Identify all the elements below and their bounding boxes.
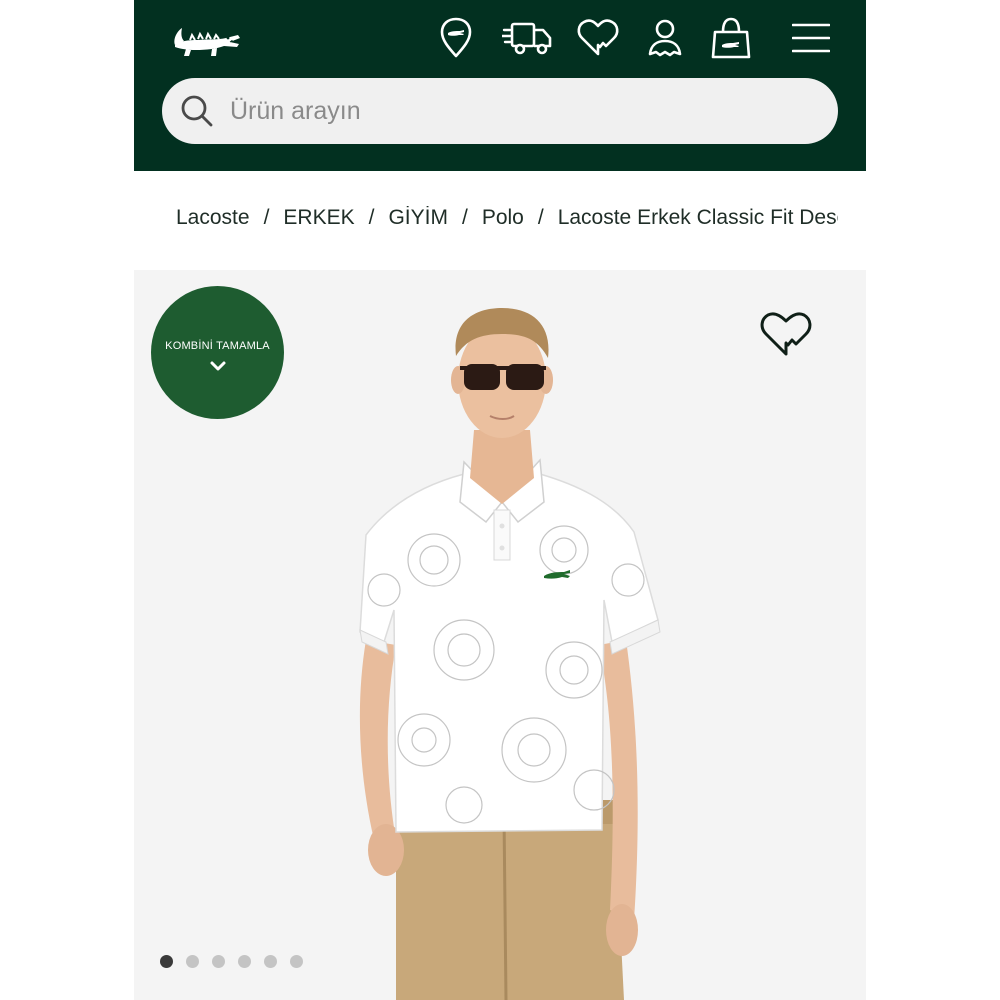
site-header bbox=[134, 0, 866, 171]
search-bar[interactable] bbox=[162, 78, 838, 144]
wishlist-heart-icon[interactable] bbox=[576, 16, 620, 60]
heart-outline-icon[interactable] bbox=[758, 310, 814, 360]
breadcrumb-separator: / bbox=[537, 206, 544, 229]
search-input[interactable] bbox=[228, 90, 792, 132]
breadcrumb-separator: / bbox=[461, 206, 468, 229]
shopping-bag-icon[interactable] bbox=[710, 16, 752, 60]
breadcrumb-item-erkek[interactable]: ERKEK bbox=[283, 206, 354, 229]
product-image-gallery[interactable]: KOMBİNİ TAMAMLA bbox=[134, 270, 866, 1000]
breadcrumb-separator: / bbox=[368, 206, 375, 229]
breadcrumb-item-polo[interactable]: Polo bbox=[482, 206, 524, 229]
carousel-dot-2[interactable] bbox=[186, 955, 199, 968]
carousel-dot-5[interactable] bbox=[264, 955, 277, 968]
store-locator-icon[interactable] bbox=[438, 16, 474, 60]
breadcrumb-item-giyim[interactable]: GİYİM bbox=[388, 206, 448, 229]
complete-the-look-label: KOMBİNİ TAMAMLA bbox=[165, 339, 270, 352]
carousel-pagination bbox=[160, 955, 303, 968]
breadcrumb-item-current-product: Lacoste Erkek Classic Fit Desenli Polo bbox=[557, 206, 838, 229]
carousel-dot-3[interactable] bbox=[212, 955, 225, 968]
complete-the-look-button[interactable]: KOMBİNİ TAMAMLA bbox=[151, 286, 284, 419]
breadcrumb: Lacoste / ERKEK / GİYİM / Polo / Lacoste Erkek C… bbox=[176, 206, 838, 236]
carousel-dot-6[interactable] bbox=[290, 955, 303, 968]
carousel-dot-4[interactable] bbox=[238, 955, 251, 968]
account-icon[interactable] bbox=[646, 16, 684, 60]
breadcrumb-separator: / bbox=[263, 206, 270, 229]
chevron-down-icon bbox=[210, 361, 225, 370]
page: Lacoste / ERKEK / GİYİM / Polo / Lacoste Erkek C… bbox=[134, 0, 866, 1000]
carousel-dot-1[interactable] bbox=[160, 955, 173, 968]
hamburger-menu-icon[interactable] bbox=[792, 16, 830, 60]
search-icon[interactable] bbox=[180, 94, 214, 128]
delivery-truck-icon[interactable] bbox=[502, 16, 554, 60]
breadcrumb-item-lacoste[interactable]: Lacoste bbox=[176, 206, 250, 229]
crocodile-logo[interactable] bbox=[172, 18, 242, 62]
